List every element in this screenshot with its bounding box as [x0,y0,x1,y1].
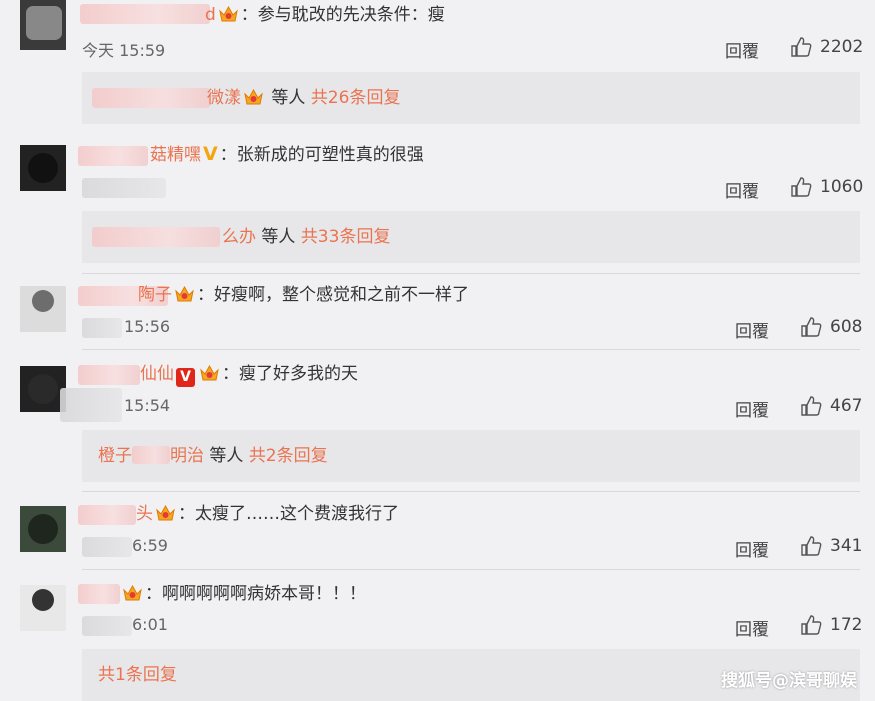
like-count: 608 [830,317,863,337]
timestamp: 15:56 [124,317,171,336]
avatar[interactable] [20,286,66,332]
like-icon[interactable] [790,36,812,58]
vip-crown-icon [244,88,263,105]
comment-text: ：张新成的可塑性真的很强 [219,145,424,165]
subreply-box[interactable]: 微漾 等人 共26条回复 [82,72,860,124]
avatar[interactable] [20,0,66,50]
vip-crown-icon [218,5,238,22]
comment-item: 陶子 ：好瘦啊，整个感觉和之前不一样了 15:56 回覆 608 [0,282,875,352]
vip-crown-icon [175,285,194,302]
avatar[interactable] [20,145,66,191]
like-count: 467 [830,396,863,416]
subreply-box[interactable]: 橙子 明治 等人 共2条回复 [82,430,860,482]
subreply-suffix: 等人 [271,88,306,108]
comment-item: 头 ：太瘦了……这个费渡我行了 6:59 回覆 341 [0,502,875,572]
blurred-username [92,88,210,108]
blurred-username [78,146,148,166]
blurred-username [78,365,140,385]
reply-button[interactable]: 回覆 [735,536,769,561]
comment-line: 陶子 ：好瘦啊，整个感觉和之前不一样了 [138,283,469,307]
watermark: 搜狐号@滨哥聊娱 [721,671,857,691]
blurred-username [80,4,210,24]
comment-line: 仙仙 V ：瘦了好多我的天 [140,362,358,387]
red-v-icon: V [176,368,195,387]
like-count: 1060 [820,177,864,197]
comment-line: 菇精嘿 V ：张新成的可塑性真的很强 [150,142,424,167]
username[interactable]: d [205,5,216,25]
timestamp: 15:54 [124,396,171,415]
vip-crown-icon [200,364,219,381]
comment-item: d ：参与耽改的先决条件：瘦 今天 15:59 回覆 2202 微漾 等人 共26… [0,0,875,125]
comment-item: 仙仙 V ：瘦了好多我的天 15:54 回覆 467 橙子 明治 等人 共2条回复 [0,362,875,492]
like-icon[interactable] [800,535,822,557]
comment-line: 头 ：太瘦了……这个费渡我行了 [136,502,399,526]
username[interactable]: 陶子 [138,285,172,305]
like-icon[interactable] [800,614,822,636]
avatar[interactable] [20,585,66,631]
comment-text: ：瘦了好多我的天 [222,364,358,384]
vip-crown-icon [156,504,175,521]
blurred-timestamp [82,178,166,198]
username[interactable]: 菇精嘿 [150,145,201,165]
blurred-timestamp [82,616,132,636]
subreply-user[interactable]: 微漾 [207,88,241,108]
subreply-count[interactable]: 共33条回复 [301,227,391,247]
username[interactable]: 仙仙 [140,364,174,384]
comment-text: ：参与耽改的先决条件：瘦 [240,5,445,25]
subreply-box[interactable]: 么办 等人 共33条回复 [82,211,860,263]
like-count: 172 [830,615,863,635]
blurred-username [132,446,170,464]
timestamp: 6:59 [132,536,168,555]
avatar[interactable] [20,506,66,552]
subreply-count[interactable]: 共1条回复 [98,665,177,685]
comment-text: ：啊啊啊啊啊病娇本哥！！！ [145,584,366,604]
blurred-username [78,584,120,604]
divider [82,569,860,570]
reply-button[interactable]: 回覆 [725,177,759,202]
reply-button[interactable]: 回覆 [735,317,769,342]
blurred-username [92,227,220,247]
yellow-v-icon: V [203,143,218,165]
divider [82,349,860,350]
divider [82,491,860,492]
like-count: 341 [830,536,863,556]
timestamp: 今天 15:59 [82,41,166,60]
username[interactable]: 头 [136,504,153,524]
subreply-user[interactable]: 橙子 [98,446,132,466]
subreply-count[interactable]: 共2条回复 [249,446,328,466]
subreply-suffix: 等人 [261,227,296,247]
reply-button[interactable]: 回覆 [735,615,769,640]
comment-line: ：啊啊啊啊啊病娇本哥！！！ [120,582,366,606]
vip-crown-icon [123,584,142,601]
blurred-username [78,505,136,525]
subreply-user[interactable]: 么办 [222,227,256,247]
comment-item: 菇精嘿 V ：张新成的可塑性真的很强 回覆 1060 么办 等人 共33条回复 [0,140,875,274]
comment-text: ：太瘦了……这个费渡我行了 [178,504,399,524]
comment-line: d ：参与耽改的先决条件：瘦 [205,3,445,27]
reply-button[interactable]: 回覆 [725,37,759,62]
blurred-timestamp [60,388,122,422]
divider [82,273,860,274]
subreply-suffix: 等人 [209,446,244,466]
like-icon[interactable] [800,395,822,417]
like-count: 2202 [820,37,864,57]
blurred-timestamp [82,537,132,557]
blurred-timestamp [82,318,122,338]
like-icon[interactable] [790,176,812,198]
reply-button[interactable]: 回覆 [735,396,769,421]
subreply-count[interactable]: 共26条回复 [311,88,401,108]
subreply-user[interactable]: 明治 [170,446,204,466]
like-icon[interactable] [800,316,822,338]
comment-text: ：好瘦啊，整个感觉和之前不一样了 [197,285,469,305]
timestamp: 6:01 [132,615,168,634]
